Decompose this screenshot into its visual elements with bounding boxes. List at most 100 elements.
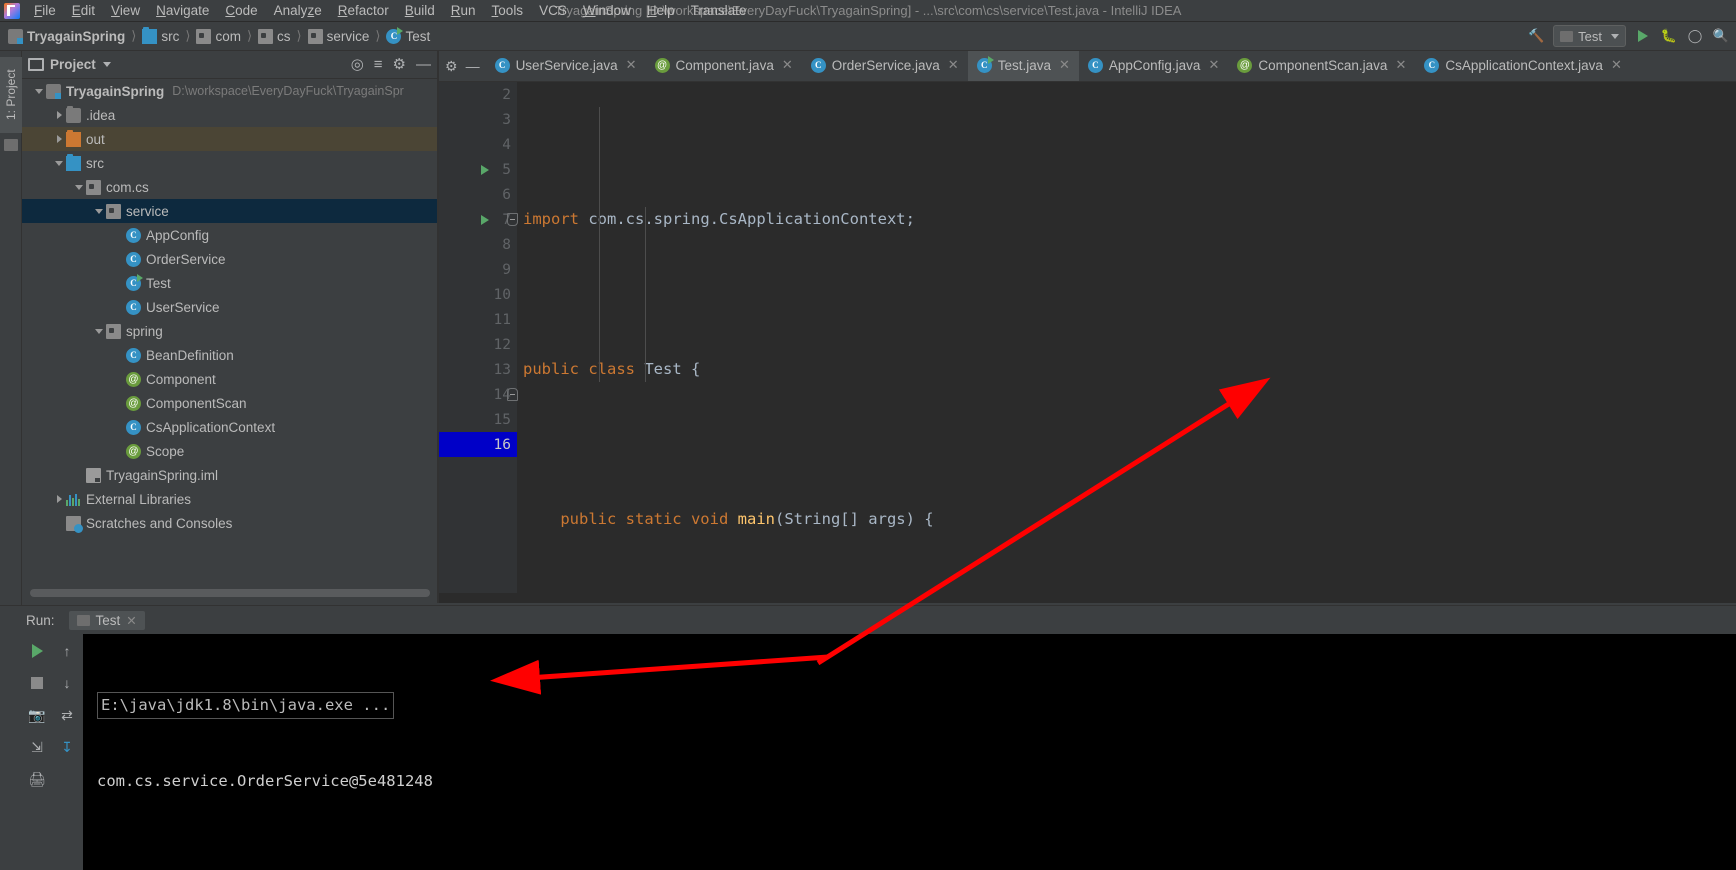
menu-view[interactable]: View bbox=[103, 0, 148, 22]
collapse-all-icon[interactable]: ≡ bbox=[374, 56, 383, 73]
menu-refactor[interactable]: Refactor bbox=[330, 0, 397, 22]
run-gutter-icon[interactable] bbox=[481, 215, 489, 225]
scrollbar-thumb[interactable] bbox=[30, 589, 430, 597]
tree-node-src[interactable]: src bbox=[22, 151, 437, 175]
breadcrumb-item-com[interactable]: com bbox=[194, 28, 243, 44]
soft-wrap-icon[interactable]: ⇄ bbox=[56, 704, 78, 726]
locate-icon[interactable]: ◎ bbox=[351, 56, 364, 73]
editor-tab-componentscan[interactable]: @ ComponentScan.java ✕ bbox=[1228, 51, 1415, 81]
project-tree[interactable]: TryagainSpring D:\workspace\EveryDayFuck\… bbox=[22, 79, 437, 579]
run-console-output[interactable]: E:\java\jdk1.8\bin\java.exe ... com.cs.s… bbox=[83, 634, 1736, 870]
expand-arrow-icon[interactable] bbox=[72, 175, 86, 199]
menu-file[interactable]: File bbox=[26, 0, 64, 22]
expand-arrow-icon[interactable] bbox=[92, 199, 106, 223]
menu-window[interactable]: Window bbox=[575, 0, 639, 22]
tree-node-appconfig[interactable]: C AppConfig bbox=[22, 223, 437, 247]
close-icon[interactable]: ✕ bbox=[126, 613, 136, 628]
breadcrumb-item-cs[interactable]: cs bbox=[256, 28, 293, 44]
code-editor[interactable]: 2 3 4 5 6 7 8 9 10 11 12 13 14 15 16 import com.cs.spr… bbox=[439, 82, 1736, 753]
tree-node-orderservice[interactable]: C OrderService bbox=[22, 247, 437, 271]
gutter-line-number[interactable]: 6 bbox=[439, 182, 517, 207]
menu-translate[interactable]: Translate bbox=[683, 0, 755, 22]
tree-node-idea[interactable]: .idea bbox=[22, 103, 437, 127]
tree-node-csapplicationcontext[interactable]: C CsApplicationContext bbox=[22, 415, 437, 439]
run-gutter-icon[interactable] bbox=[481, 165, 489, 175]
gutter-line-number[interactable]: 11 bbox=[439, 307, 517, 332]
expand-arrow-icon[interactable] bbox=[52, 151, 66, 175]
scroll-up-icon[interactable]: ↑ bbox=[56, 640, 78, 662]
gutter-line-number[interactable]: 2 bbox=[439, 82, 517, 107]
scroll-to-end-icon[interactable]: ↧ bbox=[56, 736, 78, 758]
gutter-line-number[interactable]: 14 bbox=[439, 382, 518, 407]
menu-edit[interactable]: Edit bbox=[64, 0, 103, 22]
tree-node-userservice[interactable]: C UserService bbox=[22, 295, 437, 319]
menu-vcs[interactable]: VCS bbox=[531, 0, 575, 22]
menu-navigate[interactable]: Navigate bbox=[148, 0, 217, 22]
editor-horizontal-scrollbar[interactable] bbox=[439, 593, 1736, 603]
close-icon[interactable]: ✕ bbox=[948, 57, 959, 73]
close-icon[interactable]: ✕ bbox=[782, 57, 793, 73]
search-everywhere-icon[interactable]: 🔍 bbox=[1712, 27, 1730, 45]
gutter-line-number[interactable]: 15 bbox=[439, 407, 517, 432]
editor-gutter[interactable]: 2 3 4 5 6 7 8 9 10 11 12 13 14 15 16 bbox=[439, 82, 518, 603]
gutter-line-number[interactable]: 13 bbox=[439, 357, 517, 382]
breadcrumb-item-src[interactable]: src bbox=[140, 26, 181, 44]
stripe-button-project[interactable]: 1: Project bbox=[0, 57, 22, 133]
scroll-down-icon[interactable]: ↓ bbox=[56, 672, 78, 694]
gutter-line-number[interactable]: 9 bbox=[439, 257, 517, 282]
breadcrumb-item-test[interactable]: C Test bbox=[384, 26, 432, 44]
project-tree-horizontal-scrollbar[interactable] bbox=[30, 589, 430, 597]
collapse-arrow-icon[interactable] bbox=[52, 127, 66, 151]
tree-node-spring[interactable]: spring bbox=[22, 319, 437, 343]
tree-node-componentscan[interactable]: @ ComponentScan bbox=[22, 391, 437, 415]
tree-node-tryagainspring[interactable]: TryagainSpring D:\workspace\EveryDayFuck\… bbox=[22, 79, 437, 103]
editor-tab-component[interactable]: @ Component.java ✕ bbox=[646, 51, 802, 81]
menu-help[interactable]: Help bbox=[639, 0, 683, 22]
print-icon[interactable]: 🖨 bbox=[26, 768, 48, 790]
run-icon[interactable] bbox=[1634, 27, 1652, 45]
settings-gear-icon[interactable]: ⚙ bbox=[445, 58, 458, 75]
tree-node-test[interactable]: C Test bbox=[22, 271, 437, 295]
editor-tab-test[interactable]: C Test.java ✕ bbox=[967, 51, 1079, 81]
stop-icon[interactable] bbox=[26, 672, 48, 694]
debug-icon[interactable]: 🐛 bbox=[1660, 27, 1678, 45]
close-icon[interactable]: ✕ bbox=[1611, 57, 1622, 73]
tree-node-scope[interactable]: @ Scope bbox=[22, 439, 437, 463]
hide-icon[interactable]: — bbox=[416, 56, 431, 73]
settings-gear-icon[interactable]: ⚙ bbox=[393, 56, 406, 73]
run-with-coverage-icon[interactable]: ◯ bbox=[1686, 27, 1704, 45]
rerun-icon[interactable] bbox=[26, 640, 48, 662]
menu-run[interactable]: Run bbox=[443, 0, 484, 22]
breadcrumb-item-service[interactable]: service bbox=[306, 28, 372, 44]
gutter-line-number[interactable]: 12 bbox=[439, 332, 517, 357]
tree-node-scratches-and-consoles[interactable]: Scratches and Consoles bbox=[22, 511, 437, 535]
collapse-arrow-icon[interactable] bbox=[52, 487, 66, 511]
collapse-arrow-icon[interactable] bbox=[52, 103, 66, 127]
gutter-line-number[interactable]: 4 bbox=[439, 132, 517, 157]
camera-icon[interactable]: 📷 bbox=[26, 704, 48, 726]
menu-code[interactable]: Code bbox=[217, 0, 265, 22]
expand-arrow-icon[interactable] bbox=[32, 79, 46, 103]
tree-node-com-cs[interactable]: com.cs bbox=[22, 175, 437, 199]
editor-tab-userservice[interactable]: C UserService.java ✕ bbox=[486, 51, 646, 81]
tree-node-out[interactable]: out bbox=[22, 127, 437, 151]
menu-build[interactable]: Build bbox=[397, 0, 443, 22]
hide-icon[interactable]: — bbox=[466, 58, 480, 74]
tree-node-service[interactable]: service bbox=[22, 199, 437, 223]
gutter-line-number[interactable]: 16 bbox=[439, 432, 517, 457]
editor-tab-orderservice[interactable]: C OrderService.java ✕ bbox=[802, 51, 968, 81]
export-icon[interactable]: ⇲ bbox=[26, 736, 48, 758]
editor-tab-csapplicationcontext[interactable]: C CsApplicationContext.java ✕ bbox=[1415, 51, 1631, 81]
editor-tab-appconfig[interactable]: C AppConfig.java ✕ bbox=[1079, 51, 1228, 81]
close-icon[interactable]: ✕ bbox=[1395, 57, 1406, 73]
tree-node-component[interactable]: @ Component bbox=[22, 367, 437, 391]
gutter-line-number[interactable]: 8 bbox=[439, 232, 517, 257]
close-icon[interactable]: ✕ bbox=[626, 57, 637, 73]
chevron-down-icon[interactable] bbox=[102, 62, 111, 67]
gutter-line-number[interactable]: 5 bbox=[439, 157, 517, 182]
tree-node-beandefinition[interactable]: C BeanDefinition bbox=[22, 343, 437, 367]
run-configuration-selector[interactable]: Test bbox=[1553, 25, 1626, 47]
editor-code-text[interactable]: import com.cs.spring.CsApplicationContex… bbox=[517, 82, 1736, 753]
menu-analyze[interactable]: Analyze bbox=[266, 0, 330, 22]
run-tab-test[interactable]: Test ✕ bbox=[68, 610, 145, 630]
